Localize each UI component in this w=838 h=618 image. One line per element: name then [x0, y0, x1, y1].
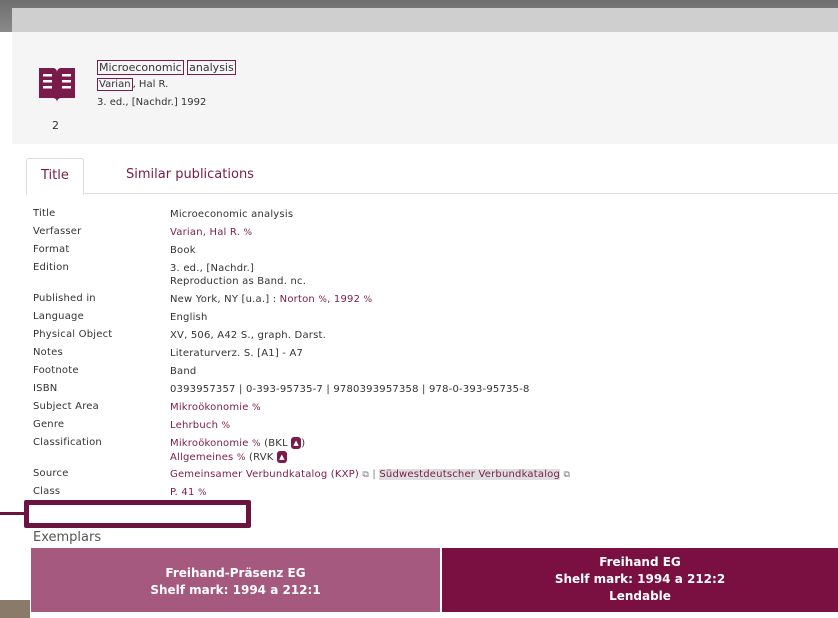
background-edge [0, 600, 30, 618]
label: Published in [33, 293, 96, 304]
label: ISBN [33, 383, 58, 394]
exemplar-location: Freihand EG [599, 555, 681, 569]
exemplar-shelf-mark: Shelf mark: 1994 a 212:1 [150, 583, 321, 597]
link-icon[interactable]: % [243, 228, 252, 238]
expand-icon[interactable]: ▲ [276, 451, 287, 463]
tab-bar: Title Similar publications [26, 158, 838, 195]
row-language: Language English [33, 309, 833, 327]
subject-link[interactable]: Mikroökonomie [170, 402, 249, 413]
tab-title[interactable]: Title [26, 158, 84, 195]
value: Book [170, 245, 196, 256]
publisher-link[interactable]: Norton [280, 294, 315, 305]
annotation-highlight-box [24, 500, 251, 528]
link-icon[interactable]: % [364, 295, 373, 305]
row-subject-area: Subject Area Mikroökonomie % [33, 399, 833, 417]
row-genre: Genre Lehrbuch % [33, 417, 833, 435]
row-notes: Notes Literaturverz. S. [A1] - A7 [33, 345, 833, 363]
row-isbn: ISBN 0393957357 | 0-393-95735-7 | 978039… [33, 381, 833, 399]
link-icon[interactable]: % [252, 403, 261, 413]
source-link-1[interactable]: Gemeinsamer Verbundkatalog (KXP) [170, 469, 359, 480]
details-table: Title Microeconomic analysis Verfasser V… [33, 206, 833, 502]
record-author: Varian, Hal R. [97, 78, 169, 91]
genre-link[interactable]: Lehrbuch [170, 420, 218, 431]
label: Title [33, 208, 56, 219]
scheme-rvk: (RVK [245, 452, 277, 463]
value: Microeconomic analysis [170, 209, 294, 220]
book-icon [39, 68, 75, 102]
row-title: Title Microeconomic analysis [33, 206, 833, 224]
record-number: 2 [52, 119, 59, 132]
row-published: Published in New York, NY [u.a.] : Norto… [33, 291, 833, 309]
link-icon[interactable]: % [318, 295, 327, 305]
label: Classification [33, 437, 102, 448]
value: Band [170, 366, 197, 377]
row-verfasser: Verfasser Varian, Hal R. % [33, 224, 833, 242]
exemplar-shelf-mark: Shelf mark: 1994 a 212:2 [554, 572, 726, 586]
link-icon[interactable]: % [237, 453, 246, 463]
value: XV, 506, A42 S., graph. Darst. [170, 330, 326, 341]
label: Class [33, 486, 61, 497]
row-physical-object: Physical Object XV, 506, A42 S., graph. … [33, 327, 833, 345]
record-edition: 3. ed., [Nachdr.] 1992 [97, 97, 207, 108]
author-surname[interactable]: Varian [97, 78, 133, 91]
row-format: Format Book [33, 242, 833, 260]
record-title[interactable]: Microeconomic analysis [97, 60, 236, 75]
link-icon[interactable]: % [198, 488, 207, 498]
title-word-1[interactable]: Microeconomic [97, 60, 184, 75]
label: Genre [33, 419, 65, 430]
classification-link-2[interactable]: Allgemeines [170, 452, 233, 463]
exemplar-card[interactable]: Freihand EG Shelf mark: 1994 a 212:2 Len… [442, 548, 838, 612]
label: Language [33, 311, 84, 322]
row-source: Source Gemeinsamer Verbundkatalog (KXP) … [33, 466, 833, 484]
row-classification: Classification Mikroökonomie % (BKL ▲) A… [33, 437, 306, 463]
value-2: Reproduction as Band. nc. [170, 276, 307, 287]
author-rest: , Hal R. [132, 79, 169, 90]
exemplar-status: Lendable [609, 589, 671, 603]
annotation-line [0, 512, 24, 515]
row-footnote: Footnote Band [33, 363, 833, 381]
value: English [170, 312, 208, 323]
label: Subject Area [33, 401, 99, 412]
link-icon[interactable]: % [222, 421, 231, 431]
exemplars-heading: Exemplars [33, 530, 102, 545]
class-link[interactable]: P. 41 [170, 487, 195, 498]
author-link[interactable]: Varian, Hal R. [170, 227, 240, 238]
publish-place: New York, NY [u.a.] : [170, 294, 280, 305]
label: Source [33, 468, 69, 479]
value: Literaturverz. S. [A1] - A7 [170, 348, 304, 359]
value: 0393957357 | 0-393-95735-7 | 97803939573… [170, 384, 530, 395]
exemplar-location: Freihand-Präsenz EG [165, 566, 306, 580]
exemplar-card[interactable]: Freihand-Präsenz EG Shelf mark: 1994 a 2… [31, 548, 440, 612]
top-bar-inner [12, 8, 838, 32]
label: Format [33, 244, 70, 255]
label: Edition [33, 262, 69, 273]
label: Verfasser [33, 226, 82, 237]
source-link-2[interactable]: Südwestdeutscher Verbundkatalog [379, 469, 561, 480]
year-link[interactable]: , 1992 [327, 294, 360, 305]
expand-icon[interactable]: ▲ [291, 437, 302, 449]
external-link-icon[interactable]: ⧉ [563, 469, 570, 482]
link-icon[interactable]: % [252, 439, 261, 449]
separator: | [369, 469, 380, 480]
scheme-bkl: (BKL [260, 438, 292, 449]
label: Physical Object [33, 329, 113, 340]
value: 3. ed., [Nachdr.] [170, 263, 255, 274]
label: Notes [33, 347, 63, 358]
title-word-2[interactable]: analysis [187, 60, 236, 75]
classification-link-1[interactable]: Mikroökonomie [170, 438, 249, 449]
label: Footnote [33, 365, 79, 376]
tab-similar-publications[interactable]: Similar publications [112, 158, 268, 192]
row-edition: Edition 3. ed., [Nachdr.] Reproduction as… [33, 260, 833, 291]
top-bar [0, 0, 838, 32]
